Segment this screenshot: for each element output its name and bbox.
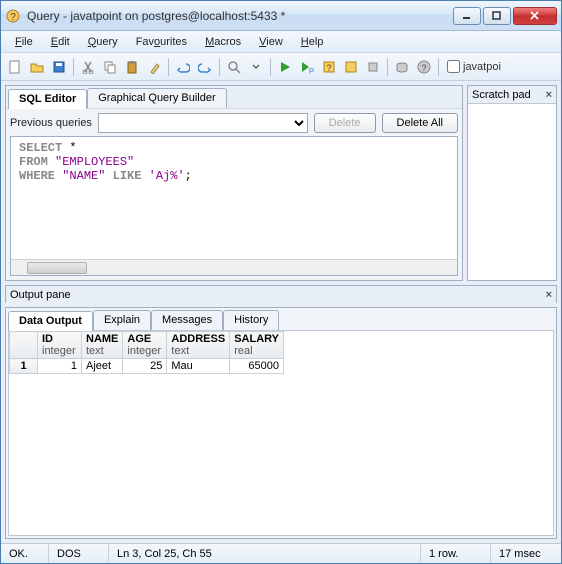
clear-icon[interactable]	[144, 57, 164, 77]
db-selector[interactable]: javatpoi	[447, 60, 501, 73]
scratch-pad-title: Scratch pad	[472, 89, 531, 101]
cell[interactable]: 25	[123, 359, 167, 374]
svg-text:?: ?	[421, 63, 426, 73]
toolbar: ps ? ? javatpoi	[1, 53, 561, 81]
editor-pane: SQL Editor Graphical Query Builder Previ…	[5, 85, 463, 281]
results-grid[interactable]: IDintegerNAMEtextAGEintegerADDRESStextSA…	[8, 330, 554, 536]
column-header[interactable]: IDinteger	[38, 332, 82, 359]
tab-data-output[interactable]: Data Output	[8, 311, 93, 331]
column-header[interactable]: ADDRESStext	[167, 332, 230, 359]
titlebar: ? Query - javatpoint on postgres@localho…	[1, 1, 561, 31]
previous-queries-label: Previous queries	[10, 117, 92, 129]
explain-icon[interactable]: ?	[319, 57, 339, 77]
chevron-down-icon[interactable]	[246, 57, 266, 77]
menu-favourites[interactable]: Favourites	[128, 34, 195, 50]
scratch-pad: Scratch pad ×	[467, 85, 557, 281]
cut-icon[interactable]	[78, 57, 98, 77]
output-pane-header: Output pane ×	[5, 285, 557, 303]
cell[interactable]: Ajeet	[82, 359, 123, 374]
db-checkbox[interactable]	[447, 60, 460, 73]
status-rows: 1 row.	[421, 544, 491, 563]
minimize-button[interactable]	[453, 7, 481, 25]
status-position: Ln 3, Col 25, Ch 55	[109, 544, 421, 563]
tab-history[interactable]: History	[223, 310, 279, 330]
menu-help[interactable]: Help	[293, 34, 332, 50]
menu-macros[interactable]: Macros	[197, 34, 249, 50]
redo-icon[interactable]	[195, 57, 215, 77]
table-row[interactable]: 11Ajeet25Mau65000	[10, 359, 284, 374]
svg-text:?: ?	[10, 12, 16, 23]
menu-edit[interactable]: Edit	[43, 34, 78, 50]
menubar: File Edit Query Favourites Macros View H…	[1, 31, 561, 53]
tab-explain[interactable]: Explain	[93, 310, 151, 330]
status-encoding: DOS	[49, 544, 109, 563]
column-header[interactable]: NAMEtext	[82, 332, 123, 359]
cell[interactable]: 1	[38, 359, 82, 374]
svg-text:ps: ps	[309, 67, 314, 74]
output-close-icon[interactable]: ×	[546, 289, 552, 301]
status-time: 17 msec	[491, 544, 561, 563]
sql-editor[interactable]: SELECT * FROM "EMPLOYEES" WHERE "NAME" L…	[11, 137, 457, 259]
cell[interactable]: Mau	[167, 359, 230, 374]
column-header[interactable]: AGEinteger	[123, 332, 167, 359]
menu-query[interactable]: Query	[80, 34, 126, 50]
column-header[interactable]: SALARYreal	[230, 332, 284, 359]
help-icon[interactable]: ?	[414, 57, 434, 77]
menu-view[interactable]: View	[251, 34, 291, 50]
delete-button[interactable]: Delete	[314, 113, 376, 133]
previous-queries-select[interactable]	[98, 113, 308, 133]
tab-sql-editor[interactable]: SQL Editor	[8, 89, 87, 109]
tab-messages[interactable]: Messages	[151, 310, 223, 330]
copy-icon[interactable]	[100, 57, 120, 77]
output-pane: Data Output Explain Messages History IDi…	[5, 307, 557, 539]
cell[interactable]: 65000	[230, 359, 284, 374]
app-icon: ?	[5, 8, 21, 24]
status-ok: OK.	[1, 544, 49, 563]
find-icon[interactable]	[224, 57, 244, 77]
editor-hscrollbar[interactable]	[11, 259, 457, 275]
row-number: 1	[10, 359, 38, 374]
new-icon[interactable]	[5, 57, 25, 77]
scratch-pad-area[interactable]	[468, 104, 556, 280]
scratch-close-icon[interactable]: ×	[546, 89, 552, 101]
maximize-button[interactable]	[483, 7, 511, 25]
explain-analyze-icon[interactable]	[341, 57, 361, 77]
window-title: Query - javatpoint on postgres@localhost…	[27, 9, 453, 23]
row-header-corner	[10, 332, 38, 359]
execute-pgscript-icon[interactable]: ps	[297, 57, 317, 77]
close-button[interactable]	[513, 7, 557, 25]
open-icon[interactable]	[27, 57, 47, 77]
paste-icon[interactable]	[122, 57, 142, 77]
statusbar: OK. DOS Ln 3, Col 25, Ch 55 1 row. 17 ms…	[1, 543, 561, 563]
save-icon[interactable]	[49, 57, 69, 77]
tab-graphical-query-builder[interactable]: Graphical Query Builder	[87, 88, 226, 108]
cancel-icon[interactable]	[363, 57, 383, 77]
menu-file[interactable]: File	[7, 34, 41, 50]
delete-all-button[interactable]: Delete All	[382, 113, 458, 133]
execute-icon[interactable]	[275, 57, 295, 77]
svg-text:?: ?	[326, 63, 331, 73]
previous-queries-bar: Previous queries Delete Delete All	[6, 108, 462, 136]
connection-icon[interactable]	[392, 57, 412, 77]
undo-icon[interactable]	[173, 57, 193, 77]
